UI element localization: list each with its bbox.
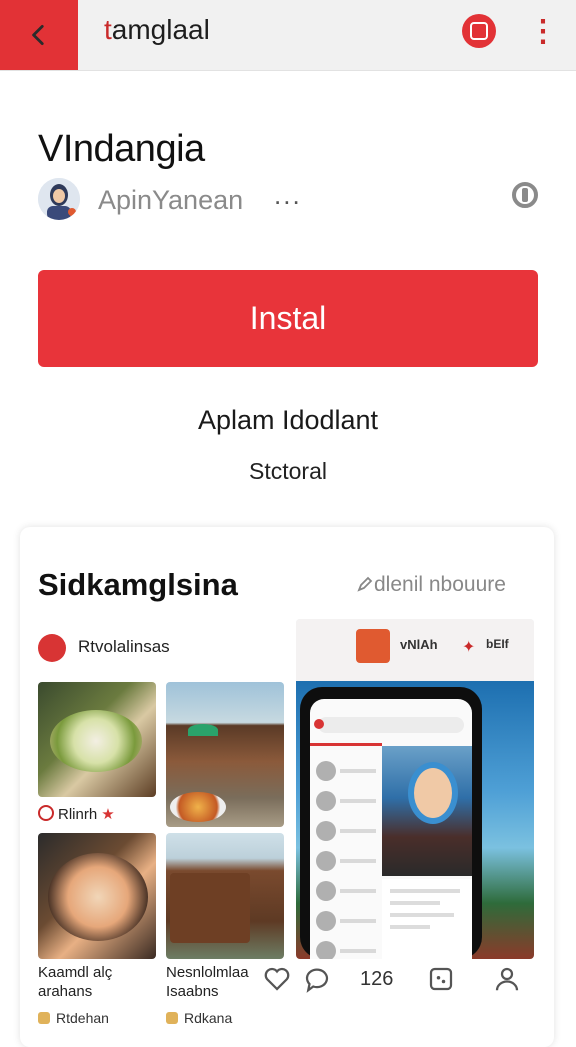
card-title: Sidkamglsina <box>38 567 238 602</box>
preview-avatar <box>356 629 390 663</box>
developer-more[interactable]: ... <box>274 180 302 211</box>
page-title: tamglaal <box>104 14 210 45</box>
category-icon <box>38 634 66 662</box>
app-name: VIndangia <box>38 128 205 170</box>
record-icon <box>470 22 488 40</box>
pencil-icon <box>357 576 373 592</box>
kebab-icon: ⋮ <box>528 15 558 48</box>
app-subtitle: Aplam Idodlant <box>197 405 379 435</box>
action-row: 126 <box>258 964 558 1000</box>
chevron-left-icon <box>32 24 44 46</box>
thumbnail-noodle-bowl[interactable] <box>38 833 156 959</box>
back-button[interactable] <box>0 0 78 70</box>
badge-icon <box>38 805 54 821</box>
thumb-caption: Rlinrh ★ <box>38 805 115 823</box>
more-options-button[interactable]: ⋮ <box>528 14 558 50</box>
preview-label: vNlAh <box>400 637 438 652</box>
app-screenshot-preview[interactable]: vNlAh ✦ bEIf <box>296 619 534 959</box>
developer-row: ApinYanean ... <box>38 178 538 222</box>
profile-icon[interactable] <box>492 964 522 994</box>
star-icon: ★ <box>101 806 115 823</box>
gear-icon <box>512 182 538 208</box>
thumbnail-restaurant[interactable] <box>166 682 284 827</box>
item-icon <box>166 1012 178 1024</box>
thumbnail-food-salad[interactable] <box>38 682 156 797</box>
thumb-caption: Kaamdl alç arahans <box>38 964 113 1000</box>
thumbnail-food-truck[interactable] <box>166 833 284 959</box>
app-secondary-label[interactable]: Stctoral <box>0 458 576 485</box>
apps-icon[interactable] <box>426 964 456 994</box>
count-label: 126 <box>360 968 394 990</box>
chat-list <box>314 757 378 959</box>
item-icon <box>38 1012 50 1024</box>
category-label: Rtvolalinsas <box>78 637 170 656</box>
install-button[interactable]: Instal <box>38 270 538 367</box>
developer-name[interactable]: ApinYanean <box>98 185 243 216</box>
preview-label: bEIf <box>486 637 509 651</box>
heart-icon[interactable] <box>262 964 292 994</box>
record-button[interactable] <box>462 14 496 48</box>
comment-icon[interactable] <box>302 964 332 994</box>
phone-device <box>300 687 482 959</box>
developer-avatar[interactable] <box>38 178 80 220</box>
card-link[interactable]: dlenil nbouure <box>356 573 506 597</box>
preview-pin-icon: ✦ <box>462 639 476 656</box>
avatar-icon <box>38 178 80 220</box>
thumb-caption: Nesnlolmlaa Isaabns <box>166 964 249 1000</box>
settings-button[interactable] <box>508 178 542 212</box>
profile-photo <box>382 746 472 876</box>
top-app-bar: tamglaal ⋮ <box>0 0 576 71</box>
